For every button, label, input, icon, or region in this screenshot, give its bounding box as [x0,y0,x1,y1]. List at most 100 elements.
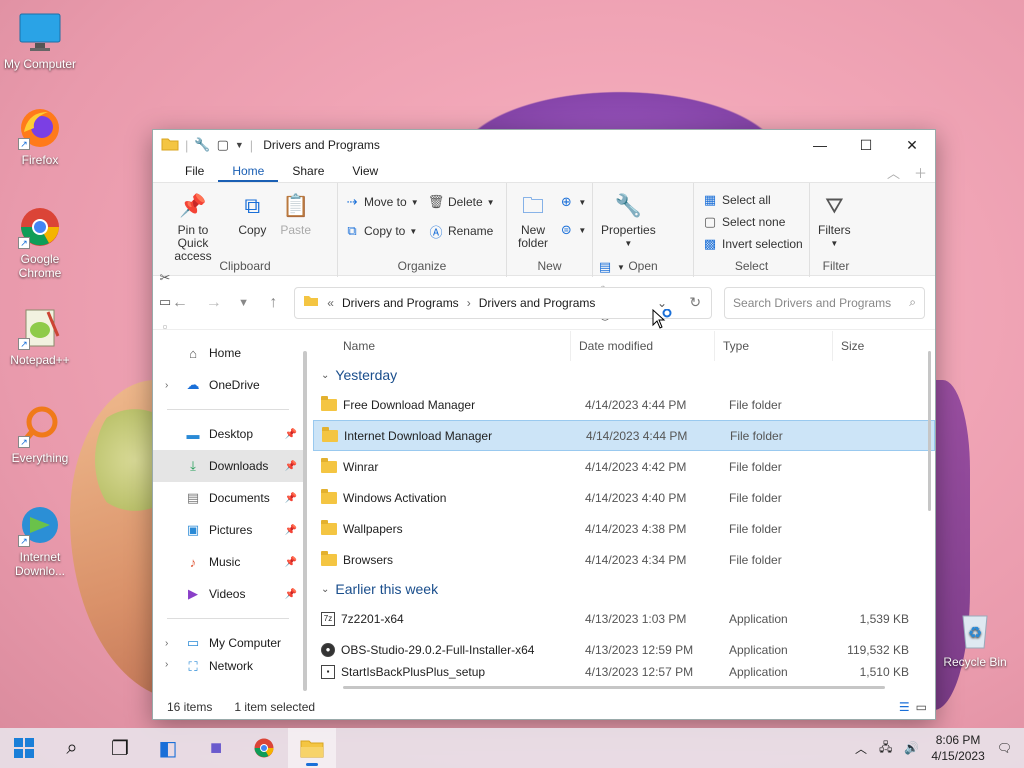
list-item[interactable]: Browsers 4/14/2023 4:34 PM File folder [313,544,935,575]
sidebar-item-downloads[interactable]: ⤓ Downloads 📌 [153,450,303,482]
sidebar-item-pictures[interactable]: ▣ Pictures 📌 [153,514,303,546]
show-hidden-icons-icon[interactable]: ︿ [855,740,867,757]
new-folder-icon[interactable]: ▢ [217,137,229,153]
up-button[interactable]: ↑ [256,294,290,312]
clock[interactable]: 8:06 PM 4/15/2023 [931,732,984,764]
file-explorer-taskbar-button[interactable] [288,728,336,768]
recent-locations-button[interactable]: ▼ [231,297,257,309]
delete-button[interactable]: 🗑 Delete ▼ [428,191,495,213]
select-all-icon: ▦ [703,192,717,207]
chrome-taskbar-button[interactable] [240,728,288,768]
copy-path-button[interactable]: ▭ [157,291,173,313]
chevron-down-icon[interactable]: ▼ [235,140,244,150]
sidebar-item-onedrive[interactable]: › ☁ OneDrive [153,369,303,401]
overflow-chevron[interactable]: « [327,296,334,310]
rename-button[interactable]: Ⓐ Rename [428,220,495,242]
copy-to-button[interactable]: ⧉ Copy to ▼ [344,220,419,242]
list-item-selected[interactable]: Internet Download Manager 4/14/2023 4:44 … [313,420,935,451]
breadcrumb-separator-icon[interactable]: › [467,296,471,310]
large-icons-view-icon[interactable]: ▭ [916,700,927,714]
column-header-date[interactable]: Date modified [571,331,715,361]
chevron-down-icon[interactable]: ⌄ [321,584,329,595]
paste-button[interactable]: 📋 Paste [276,187,316,239]
sidebar-item-desktop[interactable]: ▬ Desktop 📌 [153,418,303,450]
task-view-button[interactable]: ❐ [96,728,144,768]
select-none-button[interactable]: ▢ Select none [702,211,803,233]
sidebar-item-documents[interactable]: ▤ Documents 📌 [153,482,303,514]
widgets-button[interactable]: ◧ [144,728,192,768]
search-button[interactable]: ⌕ [48,728,96,768]
sidebar-item-music[interactable]: ♪ Music 📌 [153,546,303,578]
group-header[interactable]: ⌄ Yesterday [313,361,935,389]
volume-icon[interactable]: 🔊 [904,741,919,755]
search-icon: ⌕ [909,295,917,309]
column-header-size[interactable]: Size [833,331,909,361]
close-button[interactable]: ✕ [889,130,935,160]
list-item[interactable]: Wallpapers 4/14/2023 4:38 PM File folder [313,513,935,544]
desktop-icon-firefox[interactable]: ↗ Firefox [0,106,80,167]
list-item[interactable]: Winrar 4/14/2023 4:42 PM File folder [313,451,935,482]
properties-button[interactable]: 🔧 Properties ▼ [597,187,660,252]
column-header-name[interactable]: Name [313,331,571,361]
chevron-down-icon[interactable]: ⌄ [657,296,667,310]
desktop-icon-chrome[interactable]: ↗ Google Chrome [0,205,80,280]
pin-quick-access-button[interactable]: 📌 Pin to Quick access [157,187,229,265]
vertical-scrollbar[interactable] [928,351,931,511]
sidebar-item-home[interactable]: ⌂ Home [153,337,303,369]
maximize-button[interactable]: ☐ [843,130,889,160]
forward-button[interactable]: → [197,294,231,312]
horizontal-scrollbar[interactable] [343,686,885,689]
tab-view[interactable]: View [338,160,392,182]
tab-home[interactable]: Home [218,160,279,182]
list-item[interactable]: ● OBS-Studio-29.0.2-Full-Installer-x64 4/1… [313,634,935,665]
new-folder-icon: 🗀 [521,192,544,218]
tab-share[interactable]: Share [278,160,338,182]
desktop-icon-my-computer[interactable]: My Computer [0,10,80,71]
help-icon[interactable]: ＋ [914,163,927,182]
details-view-icon[interactable]: ☰ [899,700,910,714]
new-item-button[interactable]: ⊕ ▼ [558,191,586,213]
chevron-right-icon[interactable]: › [165,638,168,649]
desktop-icon-notepadpp[interactable]: ↗ Notepad++ [0,306,80,367]
network-icon[interactable]: 🖧 [879,738,892,759]
sidebar-item-network[interactable]: › ⛶ Network [153,659,303,675]
copy-button[interactable]: ⧉ Copy [232,187,272,239]
column-headers: Name Date modified Type Size [313,331,935,361]
group-label: Organize [397,259,447,273]
minimize-button[interactable]: — [797,130,843,160]
sidebar-item-videos[interactable]: ▶ Videos 📌 [153,578,303,610]
desktop-icon-everything[interactable]: ↗ Everything [0,404,80,465]
move-to-button[interactable]: ⇢ Move to ▼ [344,191,419,213]
start-button[interactable] [0,728,48,768]
collapse-ribbon-icon[interactable]: ︿ [887,163,900,182]
notification-icon[interactable]: 🗨 [997,741,1012,755]
folder-icon [322,426,338,442]
invert-selection-button[interactable]: ▩ Invert selection [702,233,803,255]
group-header[interactable]: ⌄ Earlier this week [313,575,935,603]
chat-button[interactable]: ■ [192,728,240,768]
desktop-icon-idm[interactable]: ↗ Internet Downlo... [0,503,80,578]
filters-button[interactable]: ⛛ Filters ▼ [814,187,855,252]
chevron-right-icon[interactable]: › [165,659,168,670]
group-label: Clipboard [219,259,271,273]
search-box[interactable]: Search Drivers and Programs ⌕ [724,286,926,319]
tab-file[interactable]: File [171,160,218,182]
breadcrumb-item[interactable]: Drivers and Programs [479,296,596,310]
easy-access-button[interactable]: ⊜ ▼ [558,219,586,241]
refresh-icon[interactable]: ↻ [689,294,701,311]
list-item[interactable]: Windows Activation 4/14/2023 4:40 PM File … [313,482,935,513]
sidebar-item-my-computer[interactable]: › ▭ My Computer [153,627,303,659]
list-item[interactable]: ▪ StartIsBackPlusPlus_setup 4/13/2023 12:5… [313,665,935,679]
list-item[interactable]: 7z 7z2201-x64 4/13/2023 1:03 PM Application… [313,603,935,634]
download-icon: ⤓ [190,458,196,473]
column-header-type[interactable]: Type [715,331,833,361]
select-all-button[interactable]: ▦ Select all [702,189,803,211]
address-bar[interactable]: « Drivers and Programs › Drivers and Pro… [294,286,713,319]
new-folder-button[interactable]: 🗀 New folder [511,187,555,252]
desktop-icon-recycle-bin[interactable]: ♻ Recycle Bin [935,608,1015,669]
list-item[interactable]: Free Download Manager 4/14/2023 4:44 PM Fi… [313,389,935,420]
chevron-down-icon[interactable]: ⌄ [321,370,329,381]
properties-icon[interactable]: 🔧 [194,137,210,153]
breadcrumb-item[interactable]: Drivers and Programs [342,296,459,310]
chevron-right-icon[interactable]: › [165,380,168,391]
